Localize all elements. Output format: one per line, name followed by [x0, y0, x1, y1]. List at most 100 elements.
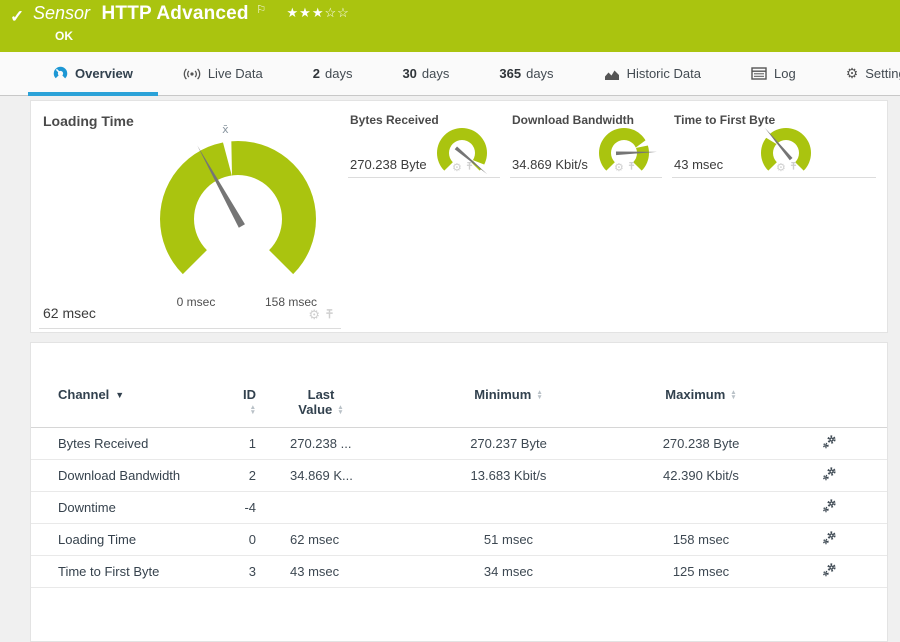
- gauge-settings-gear-icon[interactable]: ⚙: [308, 307, 320, 323]
- settings-icon: ⚙: [845, 65, 859, 81]
- download-bandwidth-gauge: [599, 128, 657, 171]
- channel-minimum: [386, 491, 631, 524]
- column-header-channel[interactable]: Channel ▼: [31, 343, 236, 428]
- gauge-value: 62 msec: [43, 305, 96, 321]
- status-badge: OK: [55, 29, 73, 43]
- tab-label: days: [324, 66, 353, 81]
- channel-id: 2: [236, 459, 256, 492]
- channel-minimum: 270.237 Byte: [386, 427, 631, 460]
- tab-number: 30: [402, 66, 417, 81]
- table-row: Bytes Received 1 270.238 ... 270.237 Byte 27…: [31, 427, 887, 460]
- channel-maximum: 158 msec: [631, 523, 771, 556]
- pin-icon[interactable]: [465, 161, 474, 174]
- channel-id: -4: [236, 491, 256, 524]
- loading-time-gauge-cell: Loading Time x̄ 0 msec 158 msec 62 msec …: [39, 101, 341, 329]
- gauge-value: 43 msec: [674, 157, 724, 172]
- channel-maximum: 270.238 Byte: [631, 427, 771, 460]
- channel-id: 3: [236, 555, 256, 588]
- channel-settings-gears-icon[interactable]: [771, 523, 887, 556]
- gauge-settings-gear-icon[interactable]: ⚙: [452, 161, 462, 174]
- table-row: Downtime -4: [31, 491, 887, 524]
- live-data-icon: [183, 67, 201, 81]
- stars-empty: ☆☆: [324, 5, 350, 20]
- status-check-icon: ✓: [10, 7, 25, 26]
- channel-name: Loading Time: [31, 523, 236, 556]
- header-label: Channel: [58, 387, 110, 402]
- header-label: Last: [307, 387, 335, 402]
- tab-label: Overview: [75, 66, 133, 81]
- tab-30-days[interactable]: 30 days: [377, 52, 474, 95]
- sort-desc-icon: ▼: [115, 390, 125, 400]
- gauge-icon: [53, 66, 68, 81]
- pin-icon[interactable]: [324, 308, 335, 323]
- download-bandwidth-cell: Download Bandwidth 34.869 Kbit/s ⚙: [510, 101, 662, 178]
- table-row: Time to First Byte 3 43 msec 34 msec 125 mse…: [31, 555, 887, 588]
- tab-365-days[interactable]: 365 days: [474, 52, 578, 95]
- mini-gauges-row: Bytes Received 270.238 Byte ⚙ Download B…: [348, 101, 876, 178]
- sort-icon: ▲ ▼: [337, 404, 344, 416]
- column-header-maximum[interactable]: Maximum ▲ ▼: [631, 343, 771, 428]
- column-header-id[interactable]: ID ▲ ▼: [236, 343, 256, 428]
- header-label: Value: [298, 402, 333, 417]
- tab-settings[interactable]: ⚙ Settings: [821, 52, 900, 95]
- channel-id: 1: [236, 427, 256, 460]
- tab-label: days: [526, 66, 554, 81]
- channel-settings-gears-icon[interactable]: [771, 491, 887, 524]
- historic-data-icon: [604, 67, 620, 81]
- priority-stars[interactable]: ★★★☆☆: [287, 5, 350, 20]
- tab-overview[interactable]: Overview: [28, 52, 158, 96]
- gauge-settings-gear-icon[interactable]: ⚙: [614, 161, 624, 174]
- tab-historic-data[interactable]: Historic Data: [579, 52, 726, 95]
- tab-2-days[interactable]: 2 days: [288, 52, 378, 95]
- sensor-header: ✓ Sensor HTTP Advanced ⚐ ★★★☆☆ OK: [0, 0, 900, 52]
- svg-text:x̄: x̄: [222, 123, 229, 136]
- gauge-title: Loading Time: [43, 113, 134, 129]
- table-row: Loading Time 0 62 msec 51 msec 158 msec: [31, 523, 887, 556]
- column-header-minimum[interactable]: Minimum ▲ ▼: [386, 343, 631, 428]
- stars-filled: ★★★: [286, 5, 325, 20]
- gauge-min-label: 0 msec: [176, 295, 216, 309]
- bytes-received-cell: Bytes Received 270.238 Byte ⚙: [348, 101, 500, 178]
- tab-label: Live Data: [207, 66, 263, 81]
- tab-label: Settings: [865, 66, 900, 81]
- pin-icon[interactable]: [627, 161, 636, 174]
- tab-label: Log: [773, 66, 796, 81]
- channel-settings-gears-icon[interactable]: [771, 459, 887, 492]
- header-label: Minimum: [474, 387, 532, 402]
- channel-last-value: 270.238 ...: [256, 427, 386, 460]
- channel-maximum: [631, 491, 771, 524]
- gauges-panel: Loading Time x̄ 0 msec 158 msec 62 msec …: [30, 100, 888, 333]
- channel-minimum: 51 msec: [386, 523, 631, 556]
- sort-icon: ▲ ▼: [730, 389, 737, 401]
- tab-label: days: [421, 66, 450, 81]
- channel-name: Downtime: [31, 491, 236, 524]
- log-icon: [751, 67, 767, 80]
- table-row: Download Bandwidth 2 34.869 K... 13.683 Kbi…: [31, 459, 887, 492]
- channel-minimum: 34 msec: [386, 555, 631, 588]
- channels-table-panel: Channel ▼ ID ▲ ▼ Last Value ▲ ▼ Minimum ▲ ▼ Max…: [30, 342, 888, 642]
- channel-settings-gears-icon[interactable]: [771, 555, 887, 588]
- sort-icon: ▲ ▼: [536, 389, 543, 401]
- channel-name: Download Bandwidth: [31, 459, 236, 492]
- tab-log[interactable]: Log: [726, 52, 821, 95]
- channel-last-value: [256, 491, 386, 524]
- gauge-value: 34.869 Kbit/s: [512, 157, 588, 172]
- priority-flag-icon[interactable]: ⚐: [256, 4, 266, 16]
- channel-last-value: 34.869 K...: [256, 459, 386, 492]
- channel-name: Time to First Byte: [31, 555, 236, 588]
- gauge-settings-gear-icon[interactable]: ⚙: [776, 161, 786, 174]
- tab-number: 2: [312, 66, 320, 81]
- pin-icon[interactable]: [789, 161, 798, 174]
- tab-label: Historic Data: [626, 66, 701, 81]
- sensor-type-label: Sensor: [33, 3, 91, 23]
- channel-last-value: 62 msec: [256, 523, 386, 556]
- channel-id: 0: [236, 523, 256, 556]
- tab-live-data[interactable]: Live Data: [158, 52, 288, 95]
- bytes-received-gauge: [437, 128, 488, 175]
- sort-icon: ▲ ▼: [249, 404, 256, 416]
- channels-table: Channel ▼ ID ▲ ▼ Last Value ▲ ▼ Minimum ▲ ▼ Max…: [31, 343, 887, 588]
- column-header-last-value[interactable]: Last Value ▲ ▼: [256, 343, 386, 428]
- sensor-title: HTTP Advanced: [101, 3, 249, 24]
- channel-settings-gears-icon[interactable]: [771, 427, 887, 460]
- channel-maximum: 42.390 Kbit/s: [631, 459, 771, 492]
